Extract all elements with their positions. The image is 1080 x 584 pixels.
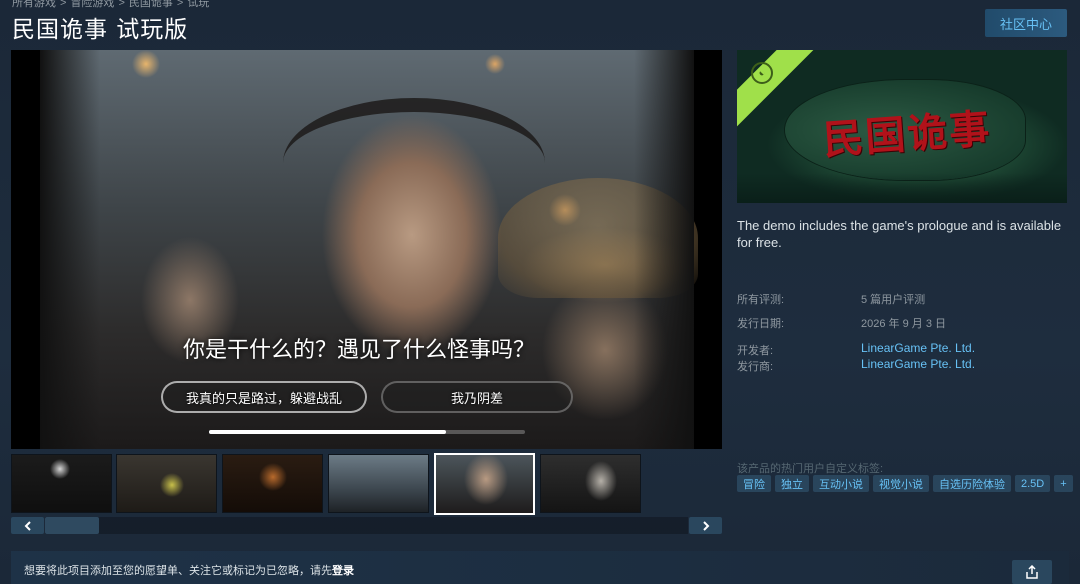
dialog-choice-2: 我乃阴差: [381, 381, 573, 413]
thumbnail[interactable]: [328, 454, 429, 513]
tag-indie[interactable]: 独立: [775, 475, 809, 492]
community-hub-button[interactable]: 社区中心: [985, 9, 1067, 37]
tag-list: 冒险 独立 互动小说 视觉小说 自选历险体验 2.5D +: [737, 475, 1073, 492]
chevron-right-icon[interactable]: [689, 517, 722, 534]
developer-label: 开发者:: [737, 345, 774, 357]
reviews-value[interactable]: 5 篇用户评测: [861, 291, 925, 307]
game-description: The demo includes the game's prologue an…: [737, 218, 1062, 250]
share-icon: [1026, 565, 1038, 579]
character-hair: [283, 98, 545, 228]
publisher-link[interactable]: LinearGame Pte. Ltd.: [861, 357, 975, 371]
gameplay-video[interactable]: [40, 50, 698, 449]
thumbnail-strip: [11, 453, 722, 515]
thumbnail[interactable]: [11, 454, 112, 513]
scroll-track[interactable]: [45, 517, 688, 534]
developer-link[interactable]: LinearGame Pte. Ltd.: [861, 341, 975, 355]
login-prompt-bar: 想要将此项目添加至您的愿望单、关注它或标记为已忽略，请先登录: [11, 551, 1069, 584]
breadcrumb-item[interactable]: 所有游戏: [12, 0, 56, 9]
login-link[interactable]: 登录: [332, 565, 354, 577]
breadcrumb: 所有游戏 > 冒险游戏 > 民国诡事 > 试玩: [12, 0, 209, 10]
thumbnail-scrollbar: [11, 517, 722, 534]
video-progress-fill: [209, 430, 446, 434]
add-tag-button[interactable]: +: [1054, 475, 1073, 492]
thumbnail-active[interactable]: [434, 453, 535, 515]
game-capsule-image: 民国诡事 ◐: [737, 50, 1067, 203]
tag-adventure[interactable]: 冒险: [737, 475, 771, 492]
release-date-value: 2026 年 9 月 3 日: [861, 318, 946, 330]
media-viewer[interactable]: 你是干什么的？遇见了什么怪事吗？ 我真的只是路过，躲避战乱 我乃阴差: [11, 50, 722, 449]
thumbnail[interactable]: [116, 454, 217, 513]
share-button[interactable]: [1012, 560, 1052, 584]
tag-choose-your-own-adventure[interactable]: 自选历险体验: [933, 475, 1011, 492]
game-logo: 民国诡事: [821, 105, 993, 164]
breadcrumb-item[interactable]: 冒险游戏: [70, 0, 114, 9]
scroll-handle[interactable]: [45, 517, 99, 534]
tag-interactive-fiction[interactable]: 互动小说: [813, 475, 869, 492]
breadcrumb-item[interactable]: 民国诡事: [129, 0, 173, 9]
publisher-label: 发行商:: [737, 361, 774, 373]
thumbnail[interactable]: [222, 454, 323, 513]
dialog-question: 你是干什么的？遇见了什么怪事吗？: [183, 338, 536, 363]
video-progress-bar[interactable]: [209, 430, 525, 434]
tag-2-5d[interactable]: 2.5D: [1015, 475, 1051, 492]
login-prompt-text: 想要将此项目添加至您的愿望单、关注它或标记为已忽略，请先登录: [24, 565, 354, 577]
release-date-label: 发行日期:: [737, 318, 785, 330]
page-title: 民国诡事 试玩版: [12, 17, 189, 43]
chevron-left-icon[interactable]: [11, 517, 44, 534]
reviews-label: 所有评测:: [737, 294, 785, 306]
tags-label: 该产品的热门用户自定义标签:: [737, 463, 884, 475]
dialog-choice-1: 我真的只是路过，躲避战乱: [161, 381, 367, 413]
breadcrumb-item[interactable]: 试玩: [187, 0, 209, 9]
tag-visual-novel[interactable]: 视觉小说: [873, 475, 929, 492]
thumbnail[interactable]: [540, 454, 641, 513]
